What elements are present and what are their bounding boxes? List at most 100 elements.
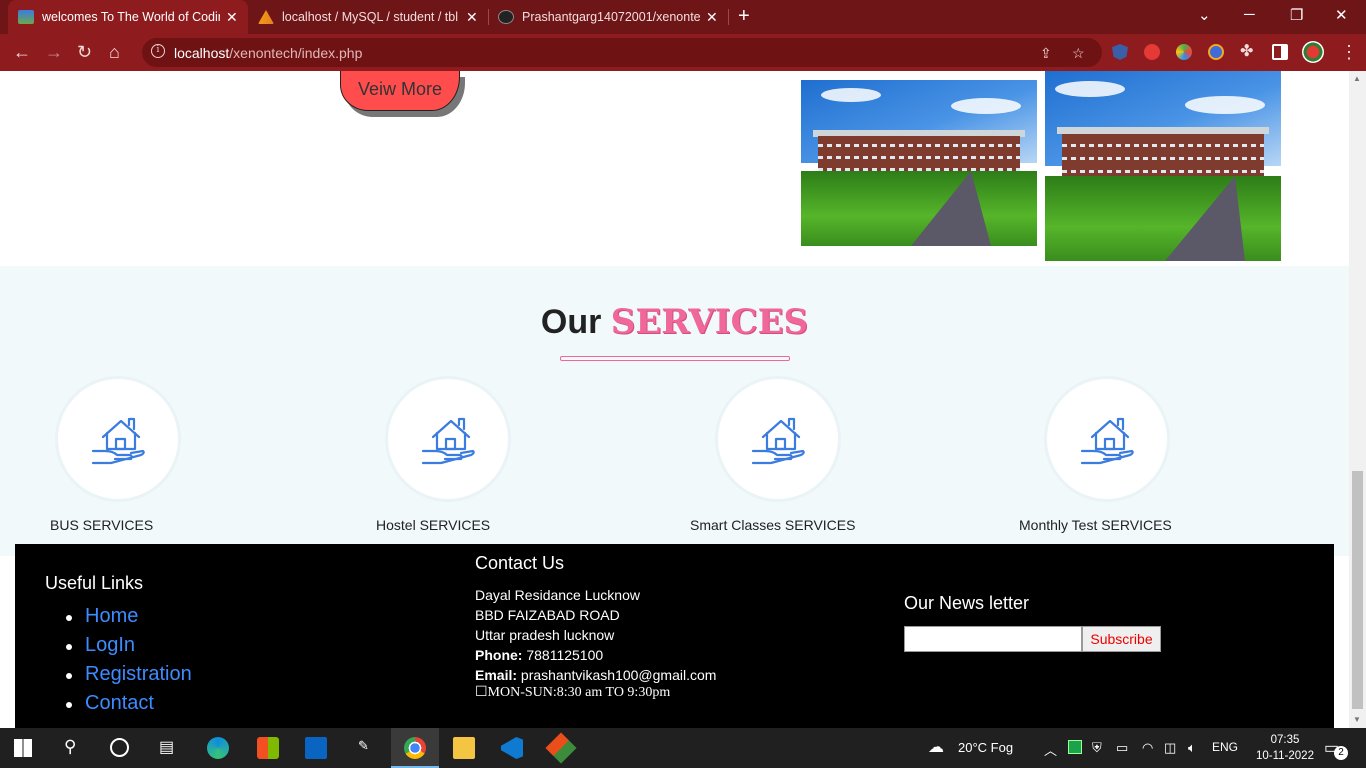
subscribe-button[interactable]: Subscribe	[1082, 626, 1161, 652]
site-favicon-icon	[18, 10, 34, 24]
page-scrollbar[interactable]: ▲ ▼	[1349, 71, 1366, 728]
view-more-button[interactable]: Veiw More	[340, 71, 460, 111]
restore-button[interactable]: ❐	[1290, 6, 1303, 24]
url-host: localhost	[174, 45, 230, 61]
vpn-extension-icon[interactable]	[1208, 44, 1224, 60]
services-section: Our SERVICES BUS SERVICES Hostel SERVICE…	[0, 266, 1349, 556]
reload-icon[interactable]: ↻	[77, 42, 92, 62]
tab-search-chevron-icon[interactable]: ⌄	[1198, 6, 1211, 24]
footer-link-contact[interactable]: Contact	[85, 692, 154, 714]
pen-tool-icon[interactable]: ✎	[358, 738, 369, 754]
services-heading: Our SERVICES	[0, 302, 1349, 342]
git-icon[interactable]	[545, 732, 577, 764]
tab-github[interactable]: Prashantgarg14072001/xenontech ✕	[488, 0, 728, 34]
chevron-up-icon[interactable]: ︿	[1044, 740, 1057, 759]
service-label-bus: BUS SERVICES	[50, 517, 154, 533]
tab-welcomes[interactable]: welcomes To The World of Coding ✕	[8, 0, 248, 34]
site-info-icon[interactable]: i	[151, 44, 165, 58]
list-item: Home	[66, 605, 192, 634]
page-viewport: Veiw More Our SERVICES BUS SERVICES Host…	[0, 71, 1349, 728]
battery-icon[interactable]: ▭	[1116, 740, 1128, 756]
security-shield-icon[interactable]: ⛨	[1092, 740, 1102, 756]
forward-arrow-icon[interactable]: →	[45, 42, 63, 62]
windows-taskbar: ⚲ ▤ ✎ ☁ 20°C Fog ︿ ⛨ ▭ ◠ ◫ 🔈︎ ENG 07:35 …	[0, 728, 1366, 768]
address-line: BBD FAIZABAD ROAD	[475, 607, 620, 623]
scrollbar-thumb[interactable]	[1352, 471, 1363, 709]
meet-now-icon[interactable]: ◫	[1164, 740, 1176, 756]
email-row: Email: prashantvikash100@gmail.com	[475, 665, 716, 685]
close-tab-icon[interactable]: ✕	[466, 9, 478, 26]
footer-link-home[interactable]: Home	[85, 605, 138, 627]
side-panel-icon[interactable]	[1272, 44, 1288, 60]
weather-text[interactable]: 20°C Fog	[958, 740, 1013, 755]
wifi-icon[interactable]: ◠	[1142, 740, 1153, 756]
service-icon-circle	[1044, 376, 1170, 502]
adblock-extension-icon[interactable]	[1144, 44, 1160, 60]
email-label: Email:	[475, 667, 518, 683]
scroll-up-icon[interactable]: ▲	[1353, 74, 1361, 83]
opening-hours: ☐MON-SUN:8:30 am TO 9:30pm	[475, 685, 671, 700]
service-label-hostel: Hostel SERVICES	[376, 517, 491, 533]
newsletter-email-input[interactable]	[904, 626, 1082, 652]
useful-links-heading: Useful Links	[45, 573, 144, 593]
address-line: Uttar pradesh lucknow	[475, 627, 615, 643]
shield-extension-icon[interactable]	[1112, 44, 1128, 60]
github-favicon-icon	[498, 10, 514, 24]
new-tab-button[interactable]: +	[738, 5, 750, 28]
close-window-button[interactable]: ✕	[1335, 6, 1348, 24]
search-icon[interactable]: ⚲	[64, 737, 76, 757]
phone-row: Phone: 7881125100	[475, 645, 716, 665]
scroll-down-icon[interactable]: ▼	[1353, 715, 1361, 724]
profile-avatar[interactable]	[1302, 41, 1324, 63]
bookmark-star-icon[interactable]: ☆	[1072, 45, 1085, 62]
house-hand-icon	[91, 417, 145, 465]
phone-label: Phone:	[475, 647, 523, 663]
address-bar[interactable]: i localhost/xenontech/index.php ⇪ ☆	[142, 38, 1102, 67]
close-tab-icon[interactable]: ✕	[706, 9, 718, 26]
contact-details: Dayal Residance Lucknow BBD FAIZABAD ROA…	[475, 585, 716, 700]
footer-link-registration[interactable]: Registration	[85, 663, 192, 685]
url-text[interactable]: localhost/xenontech/index.php	[174, 45, 362, 61]
chrome-icon[interactable]	[404, 737, 426, 759]
list-item: Contact	[66, 692, 192, 721]
url-path: /xenontech/index.php	[229, 45, 363, 61]
footer-link-login[interactable]: LogIn	[85, 634, 135, 656]
tab-separator	[728, 9, 729, 25]
taskbar-clock[interactable]: 07:35 10-11-2022	[1256, 732, 1314, 764]
vscode-icon[interactable]	[501, 737, 523, 759]
language-indicator[interactable]: ENG	[1212, 740, 1238, 754]
windows-start-icon[interactable]	[14, 739, 32, 757]
phpmyadmin-favicon-icon	[258, 10, 274, 24]
browser-tab-strip: welcomes To The World of Coding ✕ localh…	[0, 0, 1366, 34]
house-hand-icon	[421, 417, 475, 465]
services-heading-plain: Our	[540, 303, 602, 341]
color-extension-icon[interactable]	[1176, 44, 1192, 60]
file-explorer-icon[interactable]	[453, 737, 475, 759]
extensions-puzzle-icon[interactable]: ✤	[1240, 42, 1253, 62]
home-icon[interactable]: ⌂	[109, 42, 120, 62]
share-icon[interactable]: ⇪	[1040, 45, 1052, 62]
service-label-monthly-test: Monthly Test SERVICES	[1019, 517, 1172, 533]
clock-date: 10-11-2022	[1256, 750, 1314, 762]
task-view-icon[interactable]: ▤	[159, 737, 174, 757]
browser-toolbar: ← → ↻ ⌂ i localhost/xenontech/index.php …	[0, 34, 1366, 71]
edge-icon[interactable]	[207, 737, 229, 759]
house-hand-icon	[751, 417, 805, 465]
weather-cloud-icon[interactable]: ☁	[928, 737, 944, 757]
menu-kebab-icon[interactable]: ⋮	[1340, 42, 1358, 62]
email-value: prashantvikash100@gmail.com	[520, 667, 717, 683]
back-arrow-icon[interactable]: ←	[13, 42, 31, 62]
list-item: LogIn	[66, 634, 192, 663]
close-tab-icon[interactable]: ✕	[226, 9, 238, 26]
cortana-icon[interactable]	[110, 738, 129, 757]
clock-time: 07:35	[1270, 734, 1300, 746]
store-icon[interactable]	[257, 737, 279, 759]
app-tray-icon[interactable]	[1068, 740, 1082, 754]
house-hand-icon	[1080, 417, 1134, 465]
tab-phpmyadmin[interactable]: localhost / MySQL / student / tbl ✕	[248, 0, 488, 34]
mail-icon[interactable]	[305, 737, 327, 759]
useful-links-list: Home LogIn Registration Contact	[66, 605, 192, 721]
volume-icon[interactable]: 🔈︎	[1188, 740, 1196, 756]
minimize-button[interactable]: ─	[1244, 6, 1255, 23]
tab-title: localhost / MySQL / student / tbl	[282, 10, 459, 24]
